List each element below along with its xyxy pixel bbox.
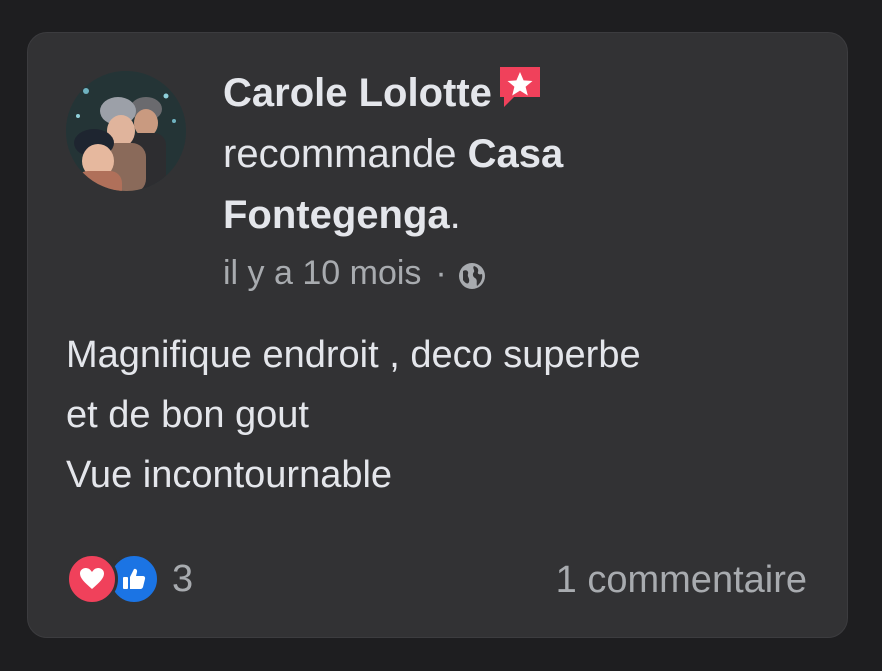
review-card: Carole Lolotte recommande Casa Fontegeng… [27,32,848,638]
header-period: . [449,193,461,237]
recommendation-star-icon [496,63,544,111]
author-name[interactable]: Carole Lolotte [223,71,492,115]
reaction-count: 3 [172,557,194,600]
page-name-fontegenga[interactable]: Fontegenga [223,193,450,237]
avatar[interactable] [66,71,186,191]
post-timestamp[interactable]: il y a 10 mois [223,251,421,295]
review-line: et de bon gout [66,394,309,436]
review-line: Magnifique endroit , deco superbe [66,334,641,376]
review-line: Vue incontournable [66,454,393,496]
love-reaction-icon [66,553,118,605]
avatar-photo [66,71,186,191]
comments-link[interactable]: 1 commentaire [556,555,807,605]
reactions-summary[interactable]: 3 [66,553,193,605]
recommendation-text: recommande [223,132,457,176]
post-header: Carole Lolotte recommande Casa Fontegeng… [223,63,823,246]
page-name-casa[interactable]: Casa [468,132,564,176]
meta-separator: · [435,254,447,292]
post-meta: il y a 10 mois · [223,251,487,295]
review-text: Magnifique endroit , deco superbe et de … [66,325,826,505]
globe-icon [457,258,487,289]
